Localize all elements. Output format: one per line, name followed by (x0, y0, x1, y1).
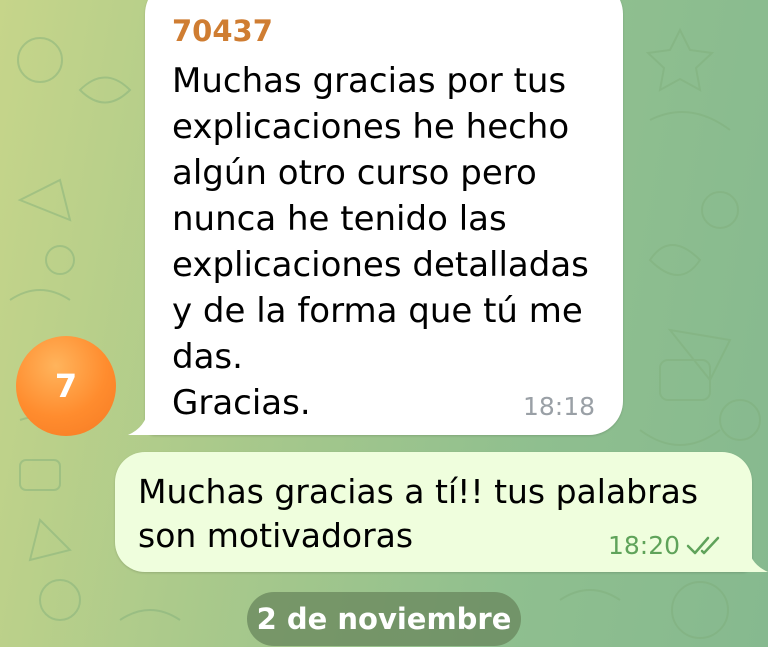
outgoing-message-bubble[interactable]: Muchas gracias a tí!! tus palabras son m… (115, 452, 752, 572)
bubble-tail-icon (738, 546, 768, 572)
sender-name[interactable]: 70437 (172, 14, 273, 48)
incoming-message-bubble[interactable]: 70437 Muchas gracias por tus explicacion… (145, 0, 623, 435)
avatar[interactable]: 7 (16, 336, 116, 436)
bubble-tail-icon (128, 409, 158, 435)
double-check-read-icon (686, 536, 720, 555)
date-label: 2 de noviembre (256, 602, 512, 636)
date-separator: 2 de noviembre (247, 592, 521, 646)
avatar-letter: 7 (54, 367, 78, 405)
message-time: 18:20 (607, 531, 680, 560)
message-time: 18:18 (522, 392, 595, 421)
message-text: Muchas gracias por tus explicaciones he … (172, 61, 589, 423)
